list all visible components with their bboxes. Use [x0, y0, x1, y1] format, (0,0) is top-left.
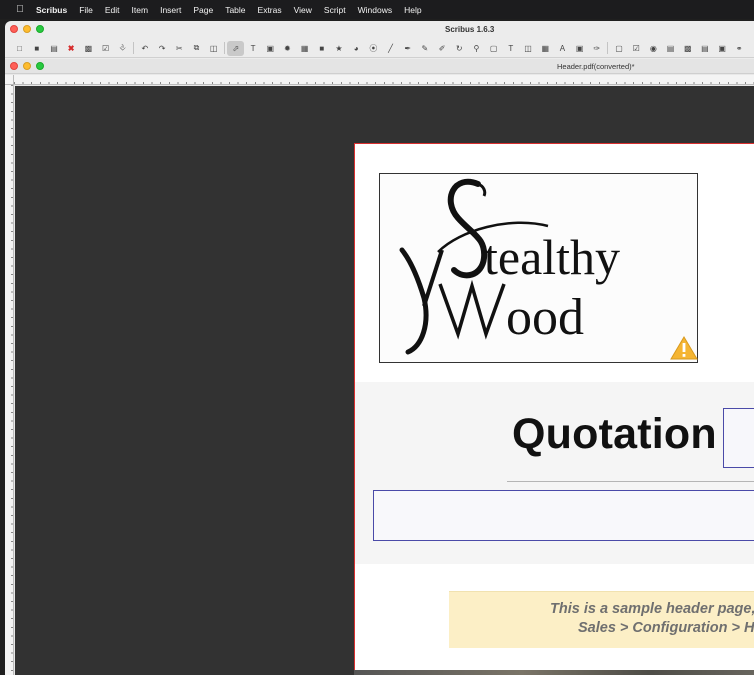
menu-app-name[interactable]: Scribus: [30, 5, 73, 15]
table-tool-icon[interactable]: ▦: [296, 41, 313, 56]
note-line-1: This is a sample header page,: [550, 601, 754, 617]
zoom-document-window-button[interactable]: [36, 62, 44, 70]
zoom-tool-icon[interactable]: ⚲: [468, 41, 485, 56]
app-window: Scribus 1.6.3 □ ■ ▤ ✖ ▩ ☑ ⎀ ↶ ↷ ✂ ⧉ ◫ ⬀ …: [5, 21, 754, 675]
freehand-tool-icon[interactable]: ✎: [416, 41, 433, 56]
text-frame-tool-icon[interactable]: T: [244, 41, 261, 56]
next-page-image-strip: [354, 670, 754, 675]
pdf-text-annotation-icon[interactable]: ▣: [714, 41, 731, 56]
rotate-tool-icon[interactable]: ↻: [451, 41, 468, 56]
edit-contents-icon[interactable]: ▢: [485, 41, 502, 56]
close-document-window-button[interactable]: [10, 62, 18, 70]
app-titlebar: Scribus 1.6.3: [5, 21, 754, 39]
menu-table[interactable]: Table: [219, 5, 251, 15]
cut-icon[interactable]: ✂: [171, 41, 188, 56]
heading-underline: [507, 481, 754, 482]
document-page[interactable]: tealthy ood Quotation This is a sample h…: [354, 143, 754, 675]
quote-number-frame[interactable]: [723, 408, 754, 468]
toolbar-separator: [133, 42, 135, 54]
main-toolbar: □ ■ ▤ ✖ ▩ ☑ ⎀ ↶ ↷ ✂ ⧉ ◫ ⬀ T ▣ ✹ ▦ ■ ★ ◕ …: [5, 39, 754, 58]
document-title: Header.pdf(converted)*: [557, 62, 635, 71]
quotation-heading[interactable]: Quotation: [512, 410, 717, 459]
pdf-list-box-icon[interactable]: ▤: [696, 41, 713, 56]
horizontal-ruler[interactable]: [14, 75, 754, 85]
copy-properties-icon[interactable]: ▣: [571, 41, 588, 56]
note-line-2: Sales > Configuration > He: [578, 620, 754, 636]
pdf-checkbox-icon[interactable]: ☑: [628, 41, 645, 56]
apple-menu-icon[interactable]: : [10, 4, 30, 15]
sample-note-box[interactable]: This is a sample header page, Sales > Co…: [449, 591, 754, 648]
vertical-ruler[interactable]: [5, 85, 14, 675]
select-tool-icon[interactable]: ⬀: [227, 40, 245, 56]
logo-word-wood: ood: [506, 289, 584, 346]
print-icon[interactable]: ▩: [80, 41, 97, 56]
document-titlebar: Header.pdf(converted)*: [5, 59, 754, 74]
pdf-combo-box-icon[interactable]: ▩: [679, 41, 696, 56]
menu-extras[interactable]: Extras: [252, 5, 288, 15]
toolbar-separator: [224, 42, 226, 54]
copy-icon[interactable]: ⧉: [188, 41, 205, 56]
menu-insert[interactable]: Insert: [154, 5, 187, 15]
document-window: Header.pdf(converted)* tealthy ood Quota…: [5, 59, 754, 675]
menu-windows[interactable]: Windows: [352, 5, 398, 15]
calligraphic-tool-icon[interactable]: ✐: [434, 41, 451, 56]
menu-help[interactable]: Help: [398, 5, 427, 15]
new-document-icon[interactable]: □: [11, 41, 28, 56]
render-frame-tool-icon[interactable]: ✹: [279, 41, 296, 56]
ruler-corner[interactable]: [5, 75, 14, 85]
open-document-icon[interactable]: ■: [28, 41, 45, 56]
warning-icon[interactable]: [670, 336, 698, 360]
shape-tool-icon[interactable]: ■: [313, 41, 330, 56]
pdf-push-button-icon[interactable]: ▢: [610, 41, 627, 56]
arc-tool-icon[interactable]: ◕: [348, 41, 365, 56]
empty-text-frame[interactable]: [373, 490, 754, 541]
measurements-icon[interactable]: A: [554, 41, 571, 56]
pdf-radio-icon[interactable]: ◉: [645, 41, 662, 56]
document-canvas[interactable]: tealthy ood Quotation This is a sample h…: [15, 86, 754, 675]
menu-edit[interactable]: Edit: [99, 5, 126, 15]
link-frames-icon[interactable]: ◫: [519, 41, 536, 56]
menu-file[interactable]: File: [73, 5, 99, 15]
pdf-link-annotation-icon[interactable]: ⚭: [731, 41, 748, 56]
header-band: Quotation: [355, 382, 754, 564]
spiral-tool-icon[interactable]: ⦿: [365, 41, 382, 56]
bezier-tool-icon[interactable]: ✒: [399, 41, 416, 56]
minimize-document-window-button[interactable]: [23, 62, 31, 70]
document-window-controls: [10, 62, 44, 70]
stealthy-wood-logo: tealthy ood: [399, 178, 620, 355]
edit-text-icon[interactable]: T: [502, 41, 519, 56]
image-frame-tool-icon[interactable]: ▣: [262, 41, 279, 56]
close-document-icon[interactable]: ✖: [63, 41, 80, 56]
menu-view[interactable]: View: [288, 5, 318, 15]
preflight-icon[interactable]: ☑: [97, 41, 114, 56]
line-tool-icon[interactable]: ╱: [382, 41, 399, 56]
undo-icon[interactable]: ↶: [136, 41, 153, 56]
redo-icon[interactable]: ↷: [154, 41, 171, 56]
logo-word-stealthy: tealthy: [484, 229, 620, 285]
pdf-text-field-icon[interactable]: ▤: [662, 41, 679, 56]
menu-item[interactable]: Item: [126, 5, 155, 15]
save-icon[interactable]: ▤: [45, 41, 62, 56]
eyedropper-icon[interactable]: ✑: [588, 41, 605, 56]
logo-image-frame[interactable]: tealthy ood: [379, 173, 698, 363]
unlink-frames-icon[interactable]: ▦: [537, 41, 554, 56]
paste-icon[interactable]: ◫: [205, 41, 222, 56]
menu-bar:  Scribus File Edit Item Insert Page Tab…: [0, 0, 754, 19]
toolbar-separator: [607, 42, 609, 54]
window-title: Scribus 1.6.3: [445, 25, 495, 34]
menu-script[interactable]: Script: [318, 5, 352, 15]
polygon-tool-icon[interactable]: ★: [330, 41, 347, 56]
export-pdf-icon[interactable]: ⎀: [114, 41, 131, 56]
menu-page[interactable]: Page: [187, 5, 219, 15]
